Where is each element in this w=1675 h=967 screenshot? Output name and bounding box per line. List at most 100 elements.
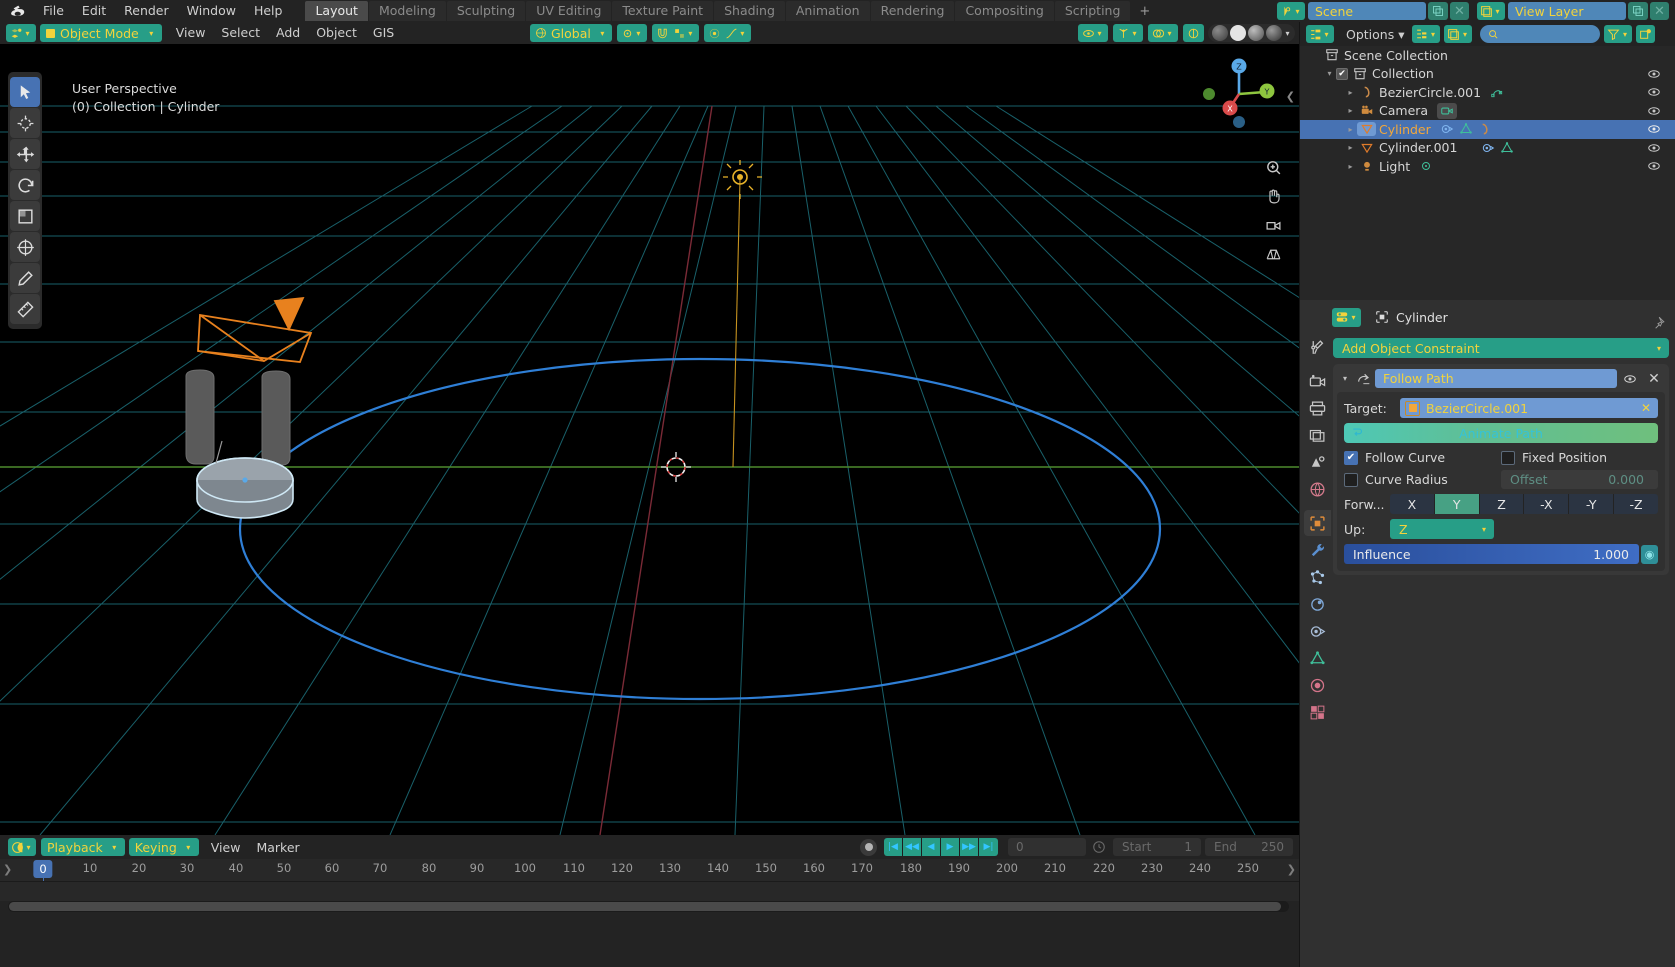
outliner-options-menu[interactable]: Options ▾	[1338, 27, 1412, 42]
snap-toggle[interactable]: ▾	[651, 24, 699, 42]
outliner-row-beziercircle[interactable]: ▸ BezierCircle.001	[1300, 83, 1675, 102]
properties-tab-scene[interactable]	[1304, 449, 1331, 475]
playhead[interactable]: 0	[33, 860, 53, 878]
timeline-menu-view[interactable]: View	[203, 840, 249, 855]
rotate-tool-button[interactable]	[10, 170, 40, 200]
move-tool-button[interactable]	[10, 139, 40, 169]
workspace-tab-texture-paint[interactable]: Texture Paint	[612, 1, 714, 21]
visibility-eye-icon[interactable]	[1647, 104, 1661, 121]
viewport-menu-add[interactable]: Add	[268, 22, 308, 44]
disclosure-triangle-icon[interactable]: ▸	[1344, 106, 1357, 115]
timeline-menu-marker[interactable]: Marker	[248, 840, 307, 855]
disclosure-triangle-icon[interactable]: ▸	[1344, 162, 1357, 171]
remove-view-layer-button[interactable]: ✕	[1650, 2, 1669, 20]
viewport-menu-object[interactable]: Object	[308, 22, 365, 44]
visibility-eye-icon[interactable]	[1647, 141, 1661, 158]
object-visibility-button[interactable]: ▾	[1078, 24, 1108, 42]
jump-start-button[interactable]: |◀	[884, 838, 903, 856]
fixed-position-checkbox[interactable]	[1501, 450, 1515, 465]
new-scene-button[interactable]	[1428, 2, 1448, 20]
curve-radius-checkbox[interactable]	[1344, 472, 1358, 487]
xray-toggle[interactable]	[1183, 24, 1204, 42]
curve-radius-toggle[interactable]: Curve Radius	[1344, 472, 1501, 487]
follow-curve-checkbox[interactable]: ✔	[1344, 450, 1358, 465]
animate-decorator-icon[interactable]: ◉	[1641, 544, 1658, 564]
view-layer-browse-button[interactable]: ▾	[1477, 2, 1505, 20]
properties-tab-material[interactable]	[1304, 672, 1331, 698]
properties-tab-modifiers[interactable]	[1304, 537, 1331, 563]
keying-menu[interactable]: Keying ▾	[128, 838, 199, 856]
next-keyframe-button[interactable]: ▶▶	[960, 838, 979, 856]
workspace-tab-rendering[interactable]: Rendering	[870, 1, 955, 21]
timeline-ruler[interactable]: ❯ 10 20 30 40 50 60 70 80 90 100 110 120…	[0, 859, 1299, 900]
camera-view-icon[interactable]	[1260, 212, 1286, 238]
viewport-menu-select[interactable]: Select	[213, 22, 268, 44]
timeline-right-arrow-icon[interactable]: ❯	[1287, 863, 1296, 876]
outliner-view-layer-button[interactable]: ▾	[1444, 25, 1473, 43]
outliner-display-mode-button[interactable]: ▾	[1412, 25, 1441, 43]
playback-menu[interactable]: Playback ▾	[41, 838, 125, 856]
forward-axis-neg-y[interactable]: -Y	[1569, 494, 1615, 514]
outliner-row-camera[interactable]: ▸ Camera	[1300, 102, 1675, 121]
forward-axis-y[interactable]: Y	[1434, 494, 1480, 514]
add-object-constraint-button[interactable]: Add Object Constraint ▾	[1333, 338, 1669, 358]
forward-axis-neg-x[interactable]: -X	[1524, 494, 1570, 514]
forward-axis-z[interactable]: Z	[1479, 494, 1525, 514]
new-view-layer-button[interactable]	[1628, 2, 1648, 20]
outliner-row-cylinder[interactable]: ▸ Cylinder	[1300, 120, 1675, 139]
outliner-row-light[interactable]: ▸ Light	[1300, 157, 1675, 176]
zoom-icon[interactable]	[1260, 154, 1286, 180]
properties-tab-world[interactable]	[1304, 476, 1331, 502]
timeline-scrollbar[interactable]	[8, 901, 1289, 912]
properties-tab-render[interactable]	[1304, 368, 1331, 394]
disclosure-triangle-icon[interactable]: ▸	[1344, 125, 1357, 134]
forward-axis-x[interactable]: X	[1390, 494, 1435, 514]
constraint-visibility-eye-icon[interactable]	[1617, 372, 1643, 386]
proportional-editing-toggle[interactable]: ▾	[703, 24, 751, 42]
cursor-tool-button[interactable]	[10, 108, 40, 138]
forward-axis-neg-z[interactable]: -Z	[1614, 494, 1658, 514]
start-frame-field[interactable]: Start 1	[1113, 838, 1201, 856]
properties-tab-physics[interactable]	[1304, 591, 1331, 617]
shading-wireframe-button[interactable]	[1212, 25, 1228, 41]
scene-browse-button[interactable]: ▾	[1277, 2, 1305, 20]
menu-file[interactable]: File	[34, 0, 73, 22]
shading-material-preview-button[interactable]	[1248, 25, 1264, 41]
workspace-tab-animation[interactable]: Animation	[785, 1, 870, 21]
transform-orientation-selector[interactable]: Global ▾	[530, 24, 612, 42]
outliner-row-cylinder-001[interactable]: ▸ Cylinder.001	[1300, 139, 1675, 158]
viewport-menu-gis[interactable]: GIS	[365, 22, 402, 44]
timeline-channel-area[interactable]	[0, 881, 1299, 901]
properties-tab-output[interactable]	[1304, 395, 1331, 421]
outliner-filter-button[interactable]: ▾	[1604, 25, 1633, 43]
fixed-position-toggle[interactable]: Fixed Position	[1501, 450, 1658, 465]
properties-tab-particles[interactable]	[1304, 564, 1331, 590]
visibility-eye-icon[interactable]	[1647, 122, 1661, 139]
properties-tab-tool[interactable]	[1304, 334, 1331, 360]
end-frame-field[interactable]: End 250	[1205, 838, 1293, 856]
constraint-name-field[interactable]: Follow Path	[1375, 369, 1617, 388]
blender-logo-icon[interactable]	[0, 0, 34, 22]
editor-type-3dview-icon[interactable]: ▾	[6, 24, 36, 42]
workspace-tab-scripting[interactable]: Scripting	[1054, 1, 1131, 21]
outliner-editor-type-icon[interactable]: ▾	[1306, 25, 1334, 43]
up-axis-dropdown[interactable]: Z ▾	[1390, 519, 1494, 539]
properties-tab-object[interactable]	[1304, 510, 1331, 536]
mode-selector[interactable]: Object Mode ▾	[40, 24, 162, 42]
unlink-scene-button[interactable]: ✕	[1450, 2, 1469, 20]
shading-solid-button[interactable]	[1230, 25, 1246, 41]
target-object-field[interactable]: BezierCircle.001 ✕	[1400, 398, 1658, 418]
navigation-gizmo[interactable]: Z Y X	[1201, 56, 1277, 132]
influence-slider[interactable]: Influence 1.000	[1344, 544, 1639, 564]
3d-viewport[interactable]: User Perspective (0) Collection | Cylind…	[0, 44, 1299, 835]
outliner-search-input[interactable]	[1480, 25, 1601, 43]
menu-window[interactable]: Window	[178, 0, 245, 22]
timeline-left-arrow-icon[interactable]: ❯	[3, 863, 12, 876]
play-button[interactable]: ▶	[941, 838, 960, 856]
disclosure-triangle-icon[interactable]: ▸	[1344, 88, 1357, 97]
collection-checkbox[interactable]: ✔	[1336, 67, 1348, 80]
scene-name-field[interactable]: Scene	[1308, 2, 1426, 20]
timeline-editor-type-icon[interactable]: ▾	[8, 838, 36, 856]
gizmo-toggle[interactable]: ▾	[1113, 24, 1143, 42]
transform-tool-button[interactable]	[10, 232, 40, 262]
